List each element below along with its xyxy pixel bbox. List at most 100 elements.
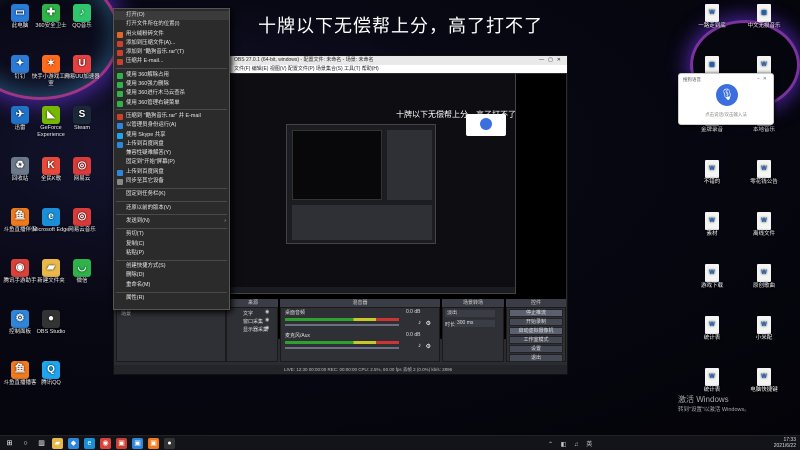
app-icon: ♪ bbox=[73, 4, 91, 22]
gear-icon[interactable]: ⚙ bbox=[426, 320, 431, 327]
context-menu-item[interactable]: 同步至其它设备 bbox=[114, 177, 229, 186]
edge-icon[interactable]: e bbox=[84, 438, 95, 449]
context-menu-item[interactable]: 重命名(M) bbox=[114, 281, 229, 290]
chrome-icon[interactable]: ◉ bbox=[100, 438, 111, 449]
system-tray-icons[interactable]: ⌃ ◧ ♫ 英 bbox=[548, 439, 595, 448]
context-menu-item[interactable]: 用火绒粉碎文件 bbox=[114, 30, 229, 39]
context-menu-item[interactable]: 使用 360进行木马云查杀 bbox=[114, 89, 229, 98]
context-menu-item[interactable]: 兼容性疑难解答(Y) bbox=[114, 149, 229, 158]
explorer-icon[interactable]: ▰ bbox=[52, 438, 63, 449]
context-menu-item[interactable]: 上传到百度网盘 bbox=[114, 140, 229, 149]
visibility-icon[interactable]: ◉ bbox=[265, 309, 269, 315]
voice-input-popup[interactable]: 搜狗语音 –✕ 🎙 点击说话/双击输入法 bbox=[678, 73, 774, 125]
desktop-icon[interactable]: W 原创歌曲 bbox=[744, 264, 784, 290]
context-menu-item[interactable]: 打开(O) bbox=[114, 11, 229, 21]
desktop-icon-label: 一路走到底 bbox=[698, 23, 726, 29]
system-clock[interactable]: 17:33 2021/6/22 bbox=[774, 437, 796, 449]
mixer-mic-slider[interactable] bbox=[285, 347, 399, 349]
context-menu[interactable]: 打开(O) 打开文件所在的位置(I) 用火绒粉碎文件 添加到压缩文件(A)... 添加到… bbox=[113, 8, 230, 310]
desktop-icon[interactable]: W 素材 bbox=[692, 212, 732, 238]
desktop-icon[interactable]: W 游戏下载 bbox=[692, 264, 732, 290]
controls-dock[interactable]: 停止推流 开始录制 启动虚拟摄像机 工作室模式 设置 退出 bbox=[506, 307, 566, 362]
context-menu-item[interactable]: 固定到任务栏(K) bbox=[114, 190, 229, 199]
start-icon[interactable]: ⊞ bbox=[4, 438, 15, 449]
desktop-icon[interactable]: W 小米配 bbox=[744, 316, 784, 342]
voice-window-controls[interactable]: –✕ bbox=[757, 76, 770, 82]
context-menu-item[interactable]: 创建快捷方式(S) bbox=[114, 262, 229, 271]
context-menu-item[interactable]: 剪切(T) bbox=[114, 230, 229, 239]
desktop-icon[interactable]: W 统计表 bbox=[692, 316, 732, 342]
context-menu-item[interactable]: 发送到(N) › bbox=[114, 217, 229, 226]
desktop-icon[interactable]: W 电脑快捷键 bbox=[744, 368, 784, 394]
desktop-icon[interactable]: ◎ 网易云 bbox=[62, 157, 102, 183]
context-menu-item[interactable]: 粘贴(P) bbox=[114, 249, 229, 258]
desktop-icon[interactable]: W 统计表 bbox=[692, 368, 732, 394]
context-menu-item[interactable]: 使用 360管理右键菜单 bbox=[114, 99, 229, 108]
app-blue-icon[interactable]: ▣ bbox=[132, 438, 143, 449]
mixer-dock[interactable]: 桌面音频 0.0 dB ♪ ⚙ 麦克风/Aux 0.0 dB ♪ ⚙ bbox=[280, 307, 440, 362]
exit-button[interactable]: 退出 bbox=[509, 354, 563, 362]
source-text[interactable]: 文字 bbox=[243, 310, 253, 317]
app-icon: ✶ bbox=[42, 55, 60, 73]
context-menu-item[interactable]: 打开文件所在的位置(I) bbox=[114, 20, 229, 29]
desktop-icon-label: 钉钉 bbox=[14, 74, 26, 80]
mixer-desktop-slider[interactable] bbox=[285, 324, 399, 326]
gear-icon[interactable]: ⚙ bbox=[426, 343, 431, 350]
stop-stream-button[interactable]: 停止推流 bbox=[509, 309, 563, 317]
desktop-icon[interactable]: W 零花钱公告 bbox=[744, 160, 784, 186]
context-menu-item[interactable]: 使用 360解除占用 bbox=[114, 71, 229, 80]
virtual-camera-button[interactable]: 启动虚拟摄像机 bbox=[509, 327, 563, 335]
start-record-button[interactable]: 开始录制 bbox=[509, 318, 563, 326]
search-icon[interactable]: ○ bbox=[20, 438, 31, 449]
context-menu-item[interactable]: 压缩并 E-mail... bbox=[114, 57, 229, 66]
transition-select[interactable]: 淡出 bbox=[445, 310, 495, 317]
app-icon: ◡ bbox=[73, 259, 91, 277]
context-menu-item[interactable]: 添加到 "酷狗音乐.rar"(T) bbox=[114, 48, 229, 57]
desktop-icon-label: 迅雷 bbox=[14, 125, 26, 131]
scenes-dock[interactable]: 场景 bbox=[116, 307, 226, 362]
store-icon[interactable]: ◆ bbox=[68, 438, 79, 449]
speaker-icon[interactable]: ♪ bbox=[418, 320, 421, 326]
source-window[interactable]: 窗口采集 bbox=[243, 318, 263, 325]
context-menu-item[interactable]: 复制(C) bbox=[114, 240, 229, 249]
window-controls[interactable]: —▢✕ bbox=[539, 56, 565, 65]
desktop-icon[interactable]: Q 腾讯QQ bbox=[31, 361, 71, 387]
desktop-icon[interactable]: S Steam bbox=[62, 106, 102, 132]
desktop-icon[interactable]: W 不错的 bbox=[692, 160, 732, 186]
microphone-icon[interactable]: 🎙 bbox=[716, 84, 738, 106]
studio-mode-button[interactable]: 工作室模式 bbox=[509, 336, 563, 344]
menu-item-icon bbox=[117, 50, 123, 57]
obs-icon[interactable]: ● bbox=[164, 438, 175, 449]
desktop-icon[interactable]: ♪ QQ音乐 bbox=[62, 4, 102, 30]
sources-dock[interactable]: 文字 窗口采集 显示器采集 ◉ ◉ ◉ bbox=[226, 307, 278, 362]
desktop-icon[interactable]: W 离线文件 bbox=[744, 212, 784, 238]
context-menu-item[interactable]: 固定到"开始"屏幕(P) bbox=[114, 158, 229, 167]
duration-input[interactable]: 300 ms bbox=[455, 320, 495, 327]
desktop-icon[interactable]: W 一路走到底 bbox=[692, 4, 732, 30]
desktop-icon[interactable]: ● OBS Studio bbox=[31, 310, 71, 336]
visibility-icon[interactable]: ◉ bbox=[265, 317, 269, 323]
context-menu-item[interactable]: 压缩到 "酷狗音乐.rar" 并 E-mail bbox=[114, 112, 229, 121]
task-view-icon[interactable]: ▥ bbox=[36, 438, 47, 449]
desktop-icon[interactable]: ◡ 微信 bbox=[62, 259, 102, 285]
context-menu-item[interactable]: 以管理员身份运行(A) bbox=[114, 121, 229, 130]
context-menu-item[interactable]: 使用 360强力删除 bbox=[114, 80, 229, 89]
desktop-icon[interactable]: U 网易UU加速器 bbox=[62, 55, 102, 81]
sources-dock-header: 来源 bbox=[228, 299, 278, 307]
transitions-dock[interactable]: 淡出 时长 300 ms bbox=[442, 307, 504, 362]
context-menu-item[interactable]: 删除(D) bbox=[114, 271, 229, 280]
menu-item-label: 属性(R) bbox=[126, 295, 145, 302]
speaker-icon[interactable]: ♪ bbox=[418, 343, 421, 349]
visibility-icon[interactable]: ◉ bbox=[265, 325, 269, 331]
context-menu-item[interactable]: 属性(R) bbox=[114, 294, 229, 303]
context-menu-item[interactable]: 上传到百度网盘 bbox=[114, 168, 229, 177]
desktop-icon[interactable]: ◎ 网易云音乐 bbox=[62, 208, 102, 234]
context-menu-item[interactable]: 使用 Skype 共享 bbox=[114, 131, 229, 140]
context-menu-item[interactable]: 还原以前的版本(V) bbox=[114, 204, 229, 213]
desktop-icon[interactable]: ▣ 中文无损音乐 bbox=[744, 4, 784, 30]
app-orange-icon[interactable]: ▣ bbox=[148, 438, 159, 449]
menu-item-label: 使用 360进行木马云查杀 bbox=[126, 90, 186, 97]
app-red-icon[interactable]: ▣ bbox=[116, 438, 127, 449]
settings-button[interactable]: 设置 bbox=[509, 345, 563, 353]
context-menu-item[interactable]: 添加到压缩文件(A)... bbox=[114, 39, 229, 48]
